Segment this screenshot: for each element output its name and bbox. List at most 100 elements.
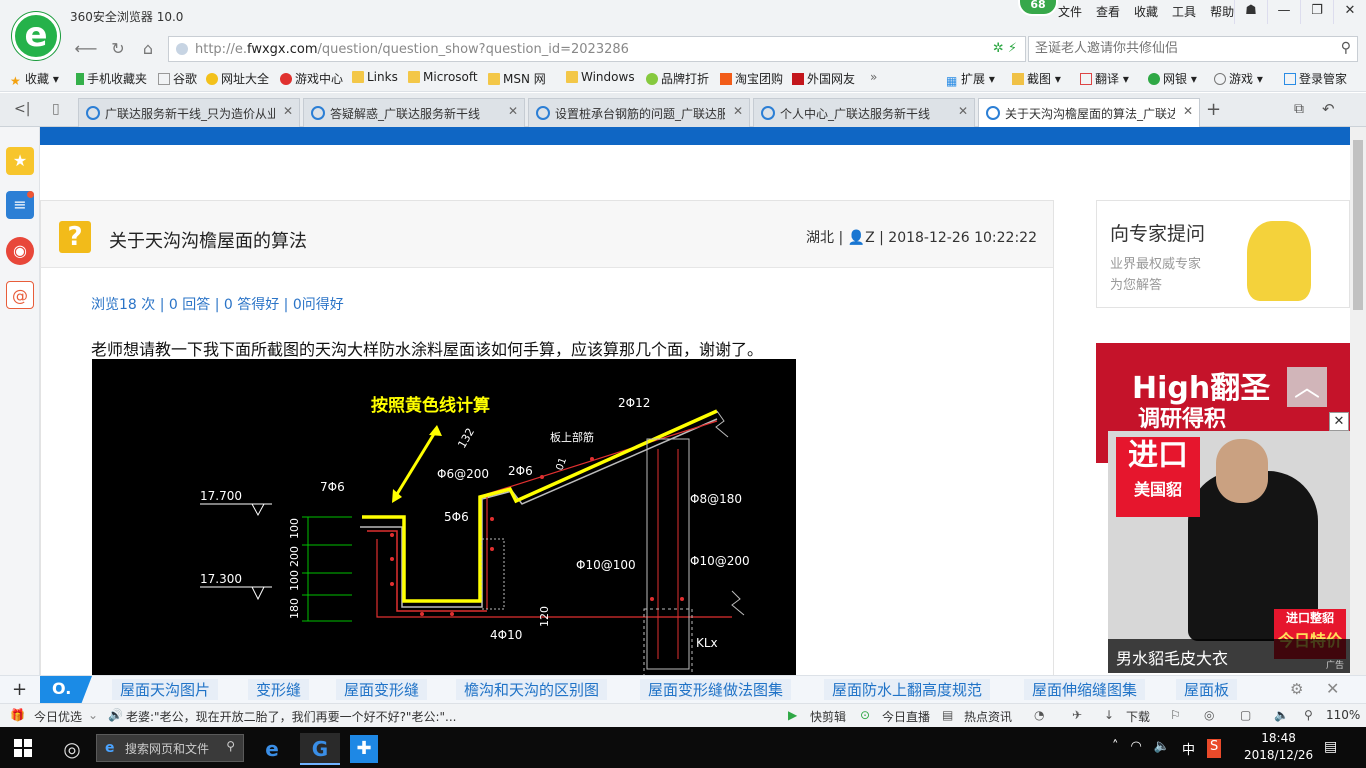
related-link[interactable]: 屋面天沟图片 xyxy=(112,679,219,700)
add-icon[interactable]: + xyxy=(12,679,27,700)
mail-icon[interactable]: @ xyxy=(6,281,34,309)
flag-icon[interactable]: ⚐ xyxy=(1170,708,1181,722)
notification-badge[interactable]: 68 xyxy=(1018,0,1058,16)
url-text[interactable]: http://e.fwxgx.com/question/question_sho… xyxy=(195,42,629,57)
menu-favorites[interactable]: 收藏 xyxy=(1134,3,1158,20)
gift-icon[interactable]: 🎁 xyxy=(10,708,25,722)
expert-title[interactable]: 向专家提问 xyxy=(1110,219,1205,246)
maximize-button[interactable]: ❐ xyxy=(1300,0,1333,24)
close-icon[interactable]: ✕ xyxy=(1326,679,1339,698)
toolbar-screenshot[interactable]: 截图 ▾ xyxy=(1012,70,1061,87)
menu-tools[interactable]: 工具 xyxy=(1172,3,1196,20)
bookmark-games[interactable]: 游戏中心 xyxy=(280,70,343,87)
weibo-icon[interactable]: ◉ xyxy=(6,237,34,265)
tab-close-icon[interactable]: ✕ xyxy=(958,104,968,118)
tab-close-icon[interactable]: ✕ xyxy=(1183,104,1193,118)
menu-view[interactable]: 查看 xyxy=(1096,3,1120,20)
360-browser-taskbar-icon[interactable]: G xyxy=(300,733,340,765)
edge-browser-icon[interactable]: e xyxy=(252,733,292,765)
search-input[interactable] xyxy=(1035,41,1325,56)
volume-icon[interactable]: 🔈 xyxy=(1154,739,1170,758)
security-icon[interactable]: ✲ ⚡ xyxy=(993,41,1017,56)
floating-ad[interactable]: 进口 美国貂 进口整貂 今日特价 男水貂毛皮大衣 广告 xyxy=(1108,431,1350,673)
close-window-button[interactable]: ✕ xyxy=(1333,0,1366,24)
tab-5-active[interactable]: 关于天沟沟檐屋面的算法_广联达 ✕ xyxy=(978,98,1200,127)
toolbar-extensions[interactable]: ▦ 扩展 ▾ xyxy=(946,70,995,88)
phone-icon[interactable]: ▯ xyxy=(52,101,60,117)
tab-1[interactable]: 广联达服务新干线_只为造价从业 ✕ xyxy=(78,98,300,127)
scrollbar-thumb[interactable] xyxy=(1353,140,1363,310)
bookmark-windows[interactable]: Windows xyxy=(566,70,635,84)
bookmark-mobile[interactable]: 手机收藏夹 xyxy=(76,70,147,87)
app-plus-icon[interactable]: ✚ xyxy=(350,735,378,763)
today-pick-link[interactable]: 今日优选 xyxy=(34,708,82,725)
search-logo-icon[interactable]: O. xyxy=(40,676,92,703)
network-tray-icon[interactable]: ◠ xyxy=(1131,739,1142,758)
clock[interactable]: 18:48 2018/12/26 xyxy=(1244,730,1313,764)
page-scrollbar[interactable] xyxy=(1350,127,1366,675)
cad-drawing-image[interactable]: 按照黄色线计算 17.700 17.300 100 200 100 180 7Φ… xyxy=(92,359,796,675)
tab-4[interactable]: 个人中心_广联达服务新干线 ✕ xyxy=(753,98,975,127)
ask-expert-panel[interactable]: 向专家提问 业界最权威专家 为您解答 xyxy=(1096,200,1350,308)
pin-icon[interactable]: ✈ xyxy=(1072,708,1082,722)
taskbar-search-box[interactable]: e 搜索网页和文件 ⚲ xyxy=(96,734,244,762)
restore-tabs-icon[interactable]: ⧉ xyxy=(1294,101,1304,117)
tab-3[interactable]: 设置桩承台钢筋的问题_广联达服 ✕ xyxy=(528,98,750,127)
chevron-down-icon[interactable]: ⌄ xyxy=(88,708,98,722)
window-icon[interactable]: ▢ xyxy=(1240,708,1251,722)
minimize-button[interactable]: — xyxy=(1267,0,1300,24)
more-bookmarks-icon[interactable]: » xyxy=(870,70,877,84)
related-link[interactable]: 屋面板 xyxy=(1176,679,1238,700)
cortana-icon[interactable]: ◎ xyxy=(52,733,92,765)
favorites-star-icon[interactable]: ★ xyxy=(6,147,34,175)
skin-icon[interactable]: ☗ xyxy=(1234,0,1267,24)
bookmark-foreign[interactable]: 外国网友 xyxy=(792,70,855,87)
menu-file[interactable]: 文件 xyxy=(1058,3,1082,20)
speed-icon[interactable]: ◔ xyxy=(1034,708,1044,722)
question-stats[interactable]: 浏览18 次 | 0 回答 | 0 答得好 | 0问得好 xyxy=(91,294,344,314)
toolbar-login-manager[interactable]: 登录管家 xyxy=(1284,70,1347,87)
home-button[interactable]: ⌂ xyxy=(136,38,160,60)
tab-close-icon[interactable]: ✕ xyxy=(733,104,743,118)
url-bar[interactable]: http://e.fwxgx.com/question/question_sho… xyxy=(168,36,1026,62)
sogou-icon[interactable]: S xyxy=(1207,739,1222,758)
windows-start-icon[interactable] xyxy=(14,739,32,757)
bookmark-msn[interactable]: MSN 网 xyxy=(488,70,546,87)
bookmark-favorites[interactable]: ★ 收藏 ▾ xyxy=(10,70,59,88)
gear-icon[interactable]: ⚙ xyxy=(1290,680,1303,698)
network-icon[interactable]: ◎ xyxy=(1204,708,1214,722)
toolbar-translate[interactable]: 翻译 ▾ xyxy=(1080,70,1129,87)
toolbar-games[interactable]: 游戏 ▾ xyxy=(1214,70,1263,87)
news-ticker[interactable]: 老婆:"老公，现在开放二胎了，我们再要一个好不好?"老公:"... xyxy=(126,708,456,725)
tab-close-icon[interactable]: ✕ xyxy=(508,104,518,118)
download-link[interactable]: 下载 xyxy=(1126,708,1150,725)
bookmark-microsoft[interactable]: Microsoft xyxy=(408,70,478,84)
download-icon[interactable]: ↓ xyxy=(1104,708,1114,722)
tab-list-icon[interactable]: <| xyxy=(14,101,30,117)
bookmark-brand[interactable]: 品牌打折 xyxy=(646,70,709,87)
browser-logo-icon[interactable]: e xyxy=(12,12,60,60)
bookmark-hao[interactable]: 网址大全 xyxy=(206,70,269,87)
related-link[interactable]: 变形缝 xyxy=(248,679,310,700)
related-link[interactable]: 屋面防水上翻高度规范 xyxy=(824,679,991,700)
live-link[interactable]: 今日直播 xyxy=(882,708,930,725)
ad-close-button[interactable]: ✕ xyxy=(1329,412,1349,431)
quick-edit-link[interactable]: 快剪辑 xyxy=(810,708,846,725)
sound-icon[interactable]: 🔈 xyxy=(1274,708,1289,722)
notification-center-icon[interactable]: ▤ xyxy=(1324,739,1337,755)
search-box[interactable]: ⚲ xyxy=(1028,36,1358,62)
search-icon[interactable]: ⚲ xyxy=(1341,40,1351,56)
back-button[interactable]: ⟵ xyxy=(74,38,98,60)
related-link[interactable]: 屋面变形缝做法图集 xyxy=(640,679,792,700)
menu-help[interactable]: 帮助 xyxy=(1210,3,1234,20)
undo-close-icon[interactable]: ↶ xyxy=(1322,100,1335,118)
hot-news-link[interactable]: 热点资讯 xyxy=(964,708,1012,725)
scroll-to-top-button[interactable]: ︿ xyxy=(1287,367,1327,407)
chevron-up-icon[interactable]: ˄ xyxy=(1112,739,1119,758)
bookmark-taobao[interactable]: 淘宝团购 xyxy=(720,70,783,87)
bookmark-links[interactable]: Links xyxy=(352,70,398,84)
related-link[interactable]: 屋面变形缝 xyxy=(336,679,428,700)
bookmark-google[interactable]: 谷歌 xyxy=(158,70,197,87)
refresh-button[interactable]: ↻ xyxy=(106,38,130,60)
zoom-level[interactable]: 110% xyxy=(1326,708,1360,722)
